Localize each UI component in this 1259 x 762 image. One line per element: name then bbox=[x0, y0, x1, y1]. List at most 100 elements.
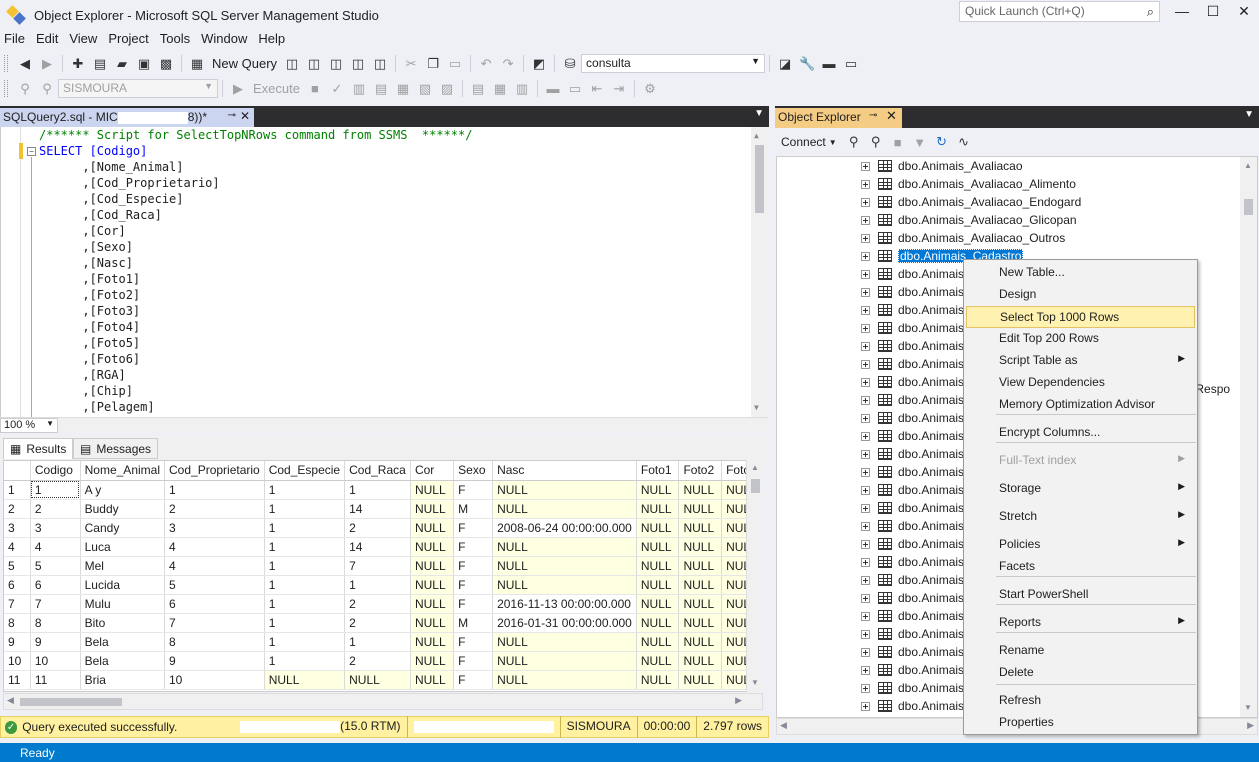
table-cell[interactable]: NULL bbox=[636, 537, 680, 557]
tab-messages[interactable]: ▤ Messages bbox=[73, 438, 159, 459]
tree-node-label[interactable]: dbo.Animais bbox=[898, 357, 964, 371]
expand-icon[interactable] bbox=[861, 575, 870, 585]
tree-node-label[interactable]: dbo.Animais bbox=[898, 519, 964, 533]
row-number[interactable]: 11 bbox=[4, 670, 31, 690]
expand-icon[interactable] bbox=[861, 647, 870, 657]
expand-icon[interactable] bbox=[861, 233, 870, 243]
table-cell[interactable]: NULL bbox=[410, 594, 455, 614]
sql-editor[interactable]: − /****** Script for SelectTopNRows comm… bbox=[0, 127, 768, 417]
toolbox-icon[interactable]: ▬ bbox=[820, 55, 838, 73]
table-cell[interactable]: 1 bbox=[264, 613, 346, 633]
execute-icon[interactable]: ▶ bbox=[229, 80, 247, 98]
row-number[interactable]: 10 bbox=[4, 651, 31, 671]
table-cell[interactable]: 2016-01-31 00:00:00.000 bbox=[492, 613, 637, 633]
table-cell[interactable]: NULL bbox=[492, 575, 637, 595]
table-cell[interactable]: NULL bbox=[410, 480, 455, 500]
table-cell[interactable]: Buddy bbox=[80, 499, 166, 519]
table-cell[interactable]: NULL bbox=[410, 670, 455, 690]
table-cell[interactable]: F bbox=[453, 556, 494, 576]
table-cell[interactable]: NULL bbox=[636, 575, 680, 595]
tab-sqlquery2[interactable]: SQLQuery2.sql - MIC 8))* ⊸ ✕ bbox=[0, 108, 254, 127]
editor-vertical-scrollbar[interactable]: ▲ ▼ bbox=[751, 127, 768, 417]
table-cell[interactable]: NULL bbox=[636, 518, 680, 538]
column-header[interactable]: Foto2 bbox=[678, 461, 723, 481]
table-cell[interactable]: M bbox=[453, 613, 494, 633]
expand-icon[interactable] bbox=[861, 431, 870, 441]
tree-node-label[interactable]: dbo.Animais bbox=[898, 555, 964, 569]
table-cell[interactable]: NULL bbox=[410, 499, 455, 519]
tree-node-label[interactable]: dbo.Animais_Avaliacao_Outros bbox=[898, 231, 1065, 245]
table-cell[interactable]: Candy bbox=[80, 518, 166, 538]
stop-icon[interactable]: ■ bbox=[889, 133, 907, 151]
save-all-icon[interactable]: ▩ bbox=[157, 55, 175, 73]
context-menu-item-view-dependencies[interactable]: View Dependencies bbox=[966, 372, 1195, 394]
context-menu-item-new-table[interactable]: New Table... bbox=[966, 262, 1195, 284]
row-number[interactable]: 9 bbox=[4, 632, 31, 652]
table-cell[interactable]: F bbox=[453, 480, 494, 500]
table-cell[interactable]: 14 bbox=[344, 499, 411, 519]
expand-icon[interactable] bbox=[861, 251, 870, 261]
results-to-file-icon[interactable]: ▥ bbox=[513, 80, 531, 98]
table-cell[interactable]: 7 bbox=[164, 613, 265, 633]
scroll-up-icon[interactable]: ▲ bbox=[754, 131, 759, 140]
scroll-left-icon[interactable]: ◀ bbox=[7, 695, 14, 706]
context-menu-item-storage[interactable]: Storage ▶ bbox=[966, 478, 1195, 500]
table-row[interactable]: 8 8 Bito 7 1 2 NULL M 2016-01-31 00:00:00.000 NUL… bbox=[4, 613, 762, 633]
table-cell[interactable]: NULL bbox=[678, 537, 723, 557]
table-cell[interactable]: NULL bbox=[678, 632, 723, 652]
tree-node-label[interactable]: dbo.Animais bbox=[898, 699, 964, 713]
tree-node-label[interactable]: dbo.Animais bbox=[898, 447, 964, 461]
open-file-icon[interactable]: ▰ bbox=[113, 55, 131, 73]
tree-node-label[interactable]: dbo.Animais bbox=[898, 537, 964, 551]
table-row[interactable]: 4 4 Luca 4 1 14 NULL F NULL NULL NULL NULL bbox=[4, 537, 762, 557]
tree-node-label[interactable]: dbo.Animais bbox=[898, 645, 964, 659]
context-menu-item-script-table-as[interactable]: Script Table as ▶ bbox=[966, 350, 1195, 372]
table-cell[interactable]: F bbox=[453, 537, 494, 557]
table-cell[interactable]: Bela bbox=[80, 632, 166, 652]
specify-values-icon[interactable]: ⚙ bbox=[641, 80, 659, 98]
maximize-button[interactable]: ☐ bbox=[1198, 3, 1228, 20]
row-number[interactable]: 8 bbox=[4, 613, 31, 633]
mdx-query-icon[interactable]: ◫ bbox=[283, 55, 301, 73]
tree-node-label[interactable]: dbo.Animais_Avaliacao_Endogard bbox=[898, 195, 1081, 209]
context-menu-item-encrypt-columns[interactable]: Encrypt Columns... bbox=[966, 422, 1195, 444]
tab-results[interactable]: ▦ Results bbox=[3, 438, 74, 459]
tree-node-label[interactable]: dbo.Animais_Avaliacao_Glicopan bbox=[898, 213, 1077, 227]
menu-project[interactable]: Project bbox=[104, 30, 155, 50]
minimize-button[interactable]: — bbox=[1167, 3, 1197, 19]
context-menu-item-delete[interactable]: Delete bbox=[966, 662, 1195, 684]
table-cell[interactable]: 7 bbox=[30, 594, 81, 614]
table-cell[interactable]: NULL bbox=[678, 613, 723, 633]
debug-icon[interactable]: ▥ bbox=[350, 80, 368, 98]
expand-icon[interactable] bbox=[861, 593, 870, 603]
table-cell[interactable]: 8 bbox=[30, 613, 81, 633]
disconnect-icon[interactable]: ⚲ bbox=[867, 133, 885, 151]
table-cell[interactable]: 14 bbox=[344, 537, 411, 557]
expand-icon[interactable] bbox=[861, 341, 870, 351]
table-cell[interactable]: 5 bbox=[164, 575, 265, 595]
table-cell[interactable]: F bbox=[453, 670, 494, 690]
table-cell[interactable]: NULL bbox=[678, 480, 723, 500]
results-to-grid-icon[interactable]: ▦ bbox=[491, 80, 509, 98]
table-cell[interactable]: NULL bbox=[492, 651, 637, 671]
tree-node-table[interactable]: dbo.Animais_Avaliacao_Outros bbox=[777, 229, 1247, 247]
available-databases-combo[interactable]: consulta ▼ bbox=[581, 54, 766, 73]
table-cell[interactable]: 4 bbox=[164, 537, 265, 557]
context-menu-item-design[interactable]: Design bbox=[966, 284, 1195, 306]
table-cell[interactable]: F bbox=[453, 651, 494, 671]
expand-icon[interactable] bbox=[861, 287, 870, 297]
expand-icon[interactable] bbox=[861, 683, 870, 693]
expand-icon[interactable] bbox=[861, 467, 870, 477]
back-icon[interactable]: ◀ bbox=[16, 55, 34, 73]
copy-icon[interactable]: ❐ bbox=[424, 55, 442, 73]
expand-icon[interactable] bbox=[861, 449, 870, 459]
table-cell[interactable]: 4 bbox=[30, 537, 81, 557]
panel-dropdown-icon[interactable]: ▼ bbox=[1244, 109, 1254, 120]
column-header[interactable]: Cod_Especie bbox=[264, 461, 346, 481]
expand-icon[interactable] bbox=[861, 359, 870, 369]
table-cell[interactable]: 2 bbox=[344, 594, 411, 614]
table-row[interactable]: 5 5 Mel 4 1 7 NULL F NULL NULL NULL NULL bbox=[4, 556, 762, 576]
redo-icon[interactable]: ↷ bbox=[499, 55, 517, 73]
table-cell[interactable]: NULL bbox=[492, 480, 637, 500]
close-button[interactable]: ✕ bbox=[1229, 3, 1259, 20]
